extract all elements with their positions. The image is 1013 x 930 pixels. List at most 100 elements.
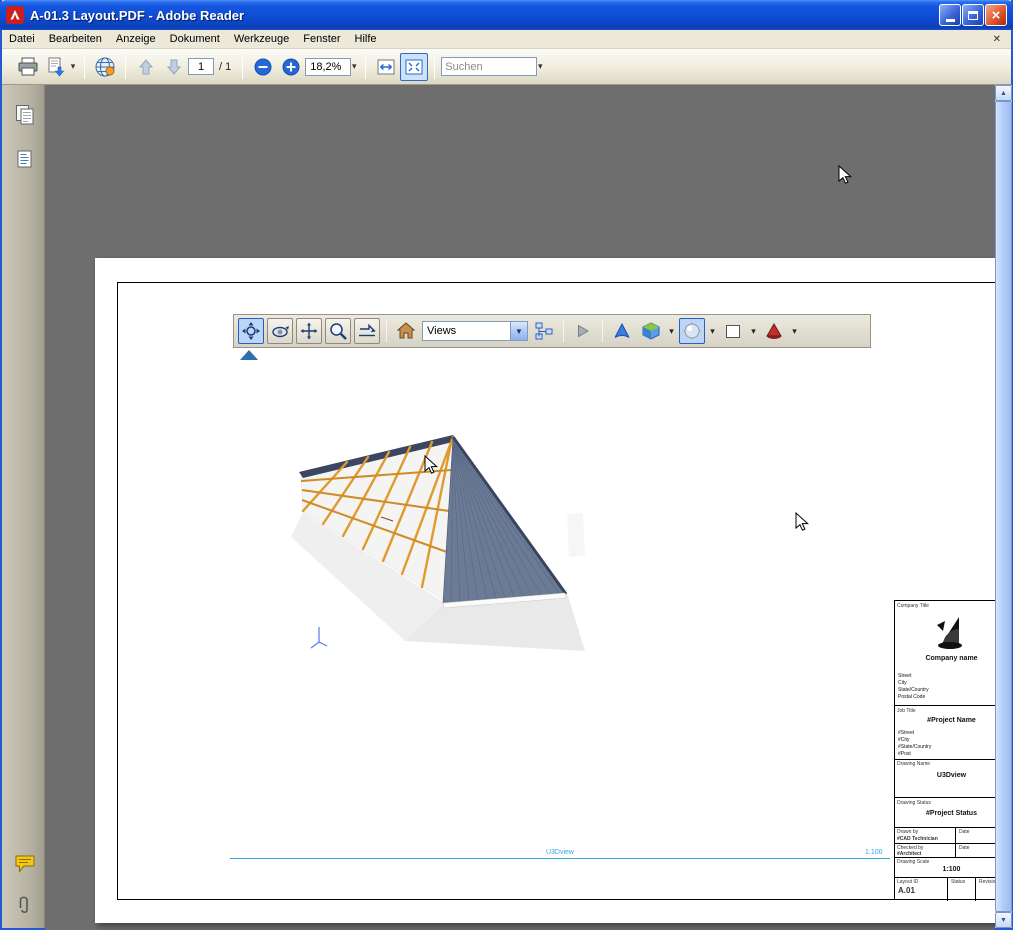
cross-section-cone-icon <box>764 321 784 341</box>
close-button[interactable]: × <box>985 4 1007 26</box>
play-animation-button[interactable] <box>570 318 596 344</box>
menu-fenster[interactable]: Fenster <box>296 31 347 47</box>
previous-page-button[interactable] <box>132 53 160 81</box>
minimize-icon <box>946 19 955 22</box>
views-dropdown[interactable]: Views ▼ <box>422 321 528 341</box>
maximize-icon <box>968 11 978 20</box>
cross-section-caret[interactable]: ▾ <box>790 326 799 337</box>
globe-icon <box>94 56 116 78</box>
search-input[interactable] <box>441 57 537 76</box>
side-wall <box>567 512 585 557</box>
cross-section-button[interactable] <box>761 318 787 344</box>
toolbar-separator <box>434 55 435 79</box>
menu-datei[interactable]: Datei <box>2 31 42 47</box>
fit-width-icon <box>376 58 396 76</box>
next-page-button[interactable] <box>160 53 188 81</box>
revision-label: Revision <box>979 879 995 885</box>
paperclip-icon <box>17 895 33 915</box>
3d-roof-model[interactable] <box>285 415 605 665</box>
spin-tool-button[interactable] <box>267 318 293 344</box>
default-view-button[interactable] <box>393 318 419 344</box>
pages-panel-button[interactable] <box>11 101 38 128</box>
zoom-level-field[interactable]: 18,2% <box>305 58 351 76</box>
background-color-caret[interactable]: ▾ <box>749 326 758 337</box>
menu-werkzeuge[interactable]: Werkzeuge <box>227 31 296 47</box>
viewport-name-label: U3Dview <box>500 849 620 856</box>
close-icon: × <box>992 8 1001 23</box>
home-icon <box>396 321 416 341</box>
adobe-pdf-app-icon <box>6 6 24 24</box>
maximize-button[interactable] <box>962 4 984 26</box>
print-button[interactable] <box>14 53 42 81</box>
lighting-button[interactable] <box>679 318 705 344</box>
attachments-panel-button[interactable] <box>11 891 38 918</box>
rotate-icon <box>241 321 261 341</box>
toolbar-separator <box>84 55 85 79</box>
spin-icon <box>270 321 290 341</box>
layers-panel-button[interactable] <box>11 145 38 172</box>
page-number-input[interactable] <box>188 58 214 75</box>
menu-dokument[interactable]: Dokument <box>163 31 227 47</box>
cube-icon <box>641 321 661 341</box>
views-dropdown-value: Views <box>423 325 510 337</box>
render-options-caret[interactable]: ▾ <box>667 326 676 337</box>
model-tree-icon <box>534 321 554 341</box>
drawing-scale-value: 1:100 <box>895 866 995 873</box>
titlebar[interactable]: A-01.3 Layout.PDF - Adobe Reader × <box>0 0 1013 30</box>
menu-bearbeiten[interactable]: Bearbeiten <box>42 31 109 47</box>
pan-tool-button[interactable] <box>296 318 322 344</box>
drawing-status-label: Drawing Status <box>897 800 931 806</box>
toolbar-separator <box>125 55 126 79</box>
3d-content-toolbar: Views ▼ ▾ <box>233 314 871 348</box>
scroll-up-button[interactable]: ▲ <box>995 85 1012 101</box>
drawn-by-label: Drawn by <box>897 829 918 835</box>
comments-panel-button[interactable] <box>11 850 38 877</box>
zoom-dropdown-caret[interactable]: ▾ <box>349 61 359 72</box>
project-city: #City <box>898 737 931 744</box>
export-dropdown-caret[interactable]: ▾ <box>68 61 78 72</box>
company-address: Street City State/Country Postal Code <box>898 673 929 701</box>
lighting-sphere-icon <box>683 322 701 340</box>
background-color-button[interactable] <box>720 318 746 344</box>
3d-toolbar-separator <box>602 320 603 342</box>
3d-toolbar-collapse-arrow[interactable] <box>240 350 258 360</box>
minimize-button[interactable] <box>939 4 961 26</box>
rotate-tool-button[interactable] <box>238 318 264 344</box>
document-view-area[interactable]: Views ▼ ▾ <box>45 85 995 930</box>
search-dropdown-caret[interactable]: ▾ <box>535 61 545 72</box>
search-field-group: ▾ <box>441 57 545 76</box>
export-button[interactable] <box>42 53 70 81</box>
menu-anzeige[interactable]: Anzeige <box>109 31 163 47</box>
toolbar-separator <box>365 55 366 79</box>
layout-id-label: Layout ID <box>897 879 918 885</box>
zoom-out-button[interactable] <box>249 53 277 81</box>
date-label: Date <box>959 845 970 851</box>
lighting-options-caret[interactable]: ▾ <box>708 326 717 337</box>
page-count-label: / 1 <box>219 61 231 73</box>
zoom-tool-button[interactable] <box>325 318 351 344</box>
menu-hilfe[interactable]: Hilfe <box>348 31 384 47</box>
arrow-down-icon <box>165 58 183 76</box>
adobe-reader-window: A-01.3 Layout.PDF - Adobe Reader × Datei… <box>0 0 1013 930</box>
pages-icon <box>15 104 35 126</box>
model-tree-button[interactable] <box>531 318 557 344</box>
company-street: Street <box>898 673 929 680</box>
render-mode-button[interactable] <box>609 318 635 344</box>
viewport-scale-label: 1:100 <box>865 849 883 856</box>
walk-tool-button[interactable] <box>354 318 380 344</box>
project-street: #Street <box>898 730 931 737</box>
vertical-scrollbar[interactable]: ▲ ▼ <box>995 85 1012 928</box>
project-state-country: #State/Country <box>898 744 931 751</box>
zoom-in-button[interactable] <box>277 53 305 81</box>
comment-bubble-icon <box>14 854 36 873</box>
web-collaboration-button[interactable] <box>91 53 119 81</box>
model-render-options-button[interactable] <box>638 318 664 344</box>
fit-page-button[interactable] <box>400 53 428 81</box>
render-mode-cone-icon <box>612 321 632 341</box>
menubar-close-document-icon[interactable]: ✕ <box>993 34 1001 45</box>
company-postal-code: Postal Code <box>898 694 929 701</box>
company-name: Company name <box>895 655 995 662</box>
scroll-down-button[interactable]: ▼ <box>995 912 1012 928</box>
scrollbar-thumb[interactable] <box>995 101 1012 912</box>
fit-width-button[interactable] <box>372 53 400 81</box>
